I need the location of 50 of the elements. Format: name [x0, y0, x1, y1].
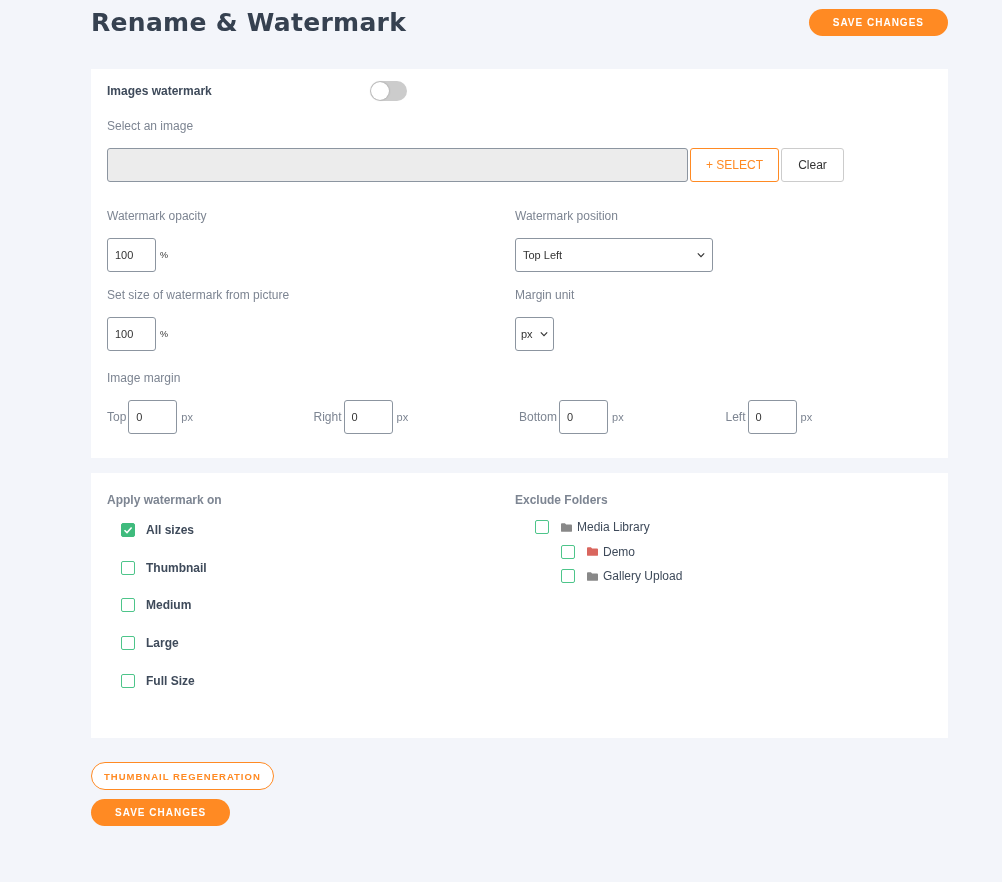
option-label: Full Size [146, 673, 195, 688]
option-label: Medium [146, 598, 192, 613]
toggle-label: Images watermark [107, 84, 213, 98]
folder-label: Demo [603, 544, 635, 559]
checkbox[interactable] [561, 544, 575, 559]
unit-label: px [612, 411, 624, 423]
field-label: Image margin [107, 371, 182, 385]
field-label: Right [313, 410, 342, 424]
chevron-down-icon [697, 252, 705, 258]
unit-label: px [396, 411, 409, 423]
dropdown[interactable]: Top Left [515, 238, 713, 272]
field-label: Bottom [519, 410, 557, 424]
section-title: Exclude Folders [515, 493, 609, 507]
checkbox[interactable] [121, 523, 135, 537]
field-label: Left [725, 410, 746, 424]
number-field[interactable]: 100 [107, 317, 156, 351]
option-label: Thumbnail [146, 560, 207, 575]
field-label: Select an image [107, 119, 195, 133]
unit-label: % [160, 250, 168, 260]
checkbox[interactable] [121, 636, 135, 651]
number-field[interactable]: 0 [747, 400, 797, 434]
option-label: Large [146, 636, 179, 651]
dropdown[interactable]: px [515, 317, 554, 351]
checkbox[interactable] [535, 520, 549, 534]
checkbox[interactable] [121, 598, 135, 613]
checkbox[interactable] [121, 560, 135, 575]
field-label: Watermark position [515, 209, 619, 223]
chevron-down-icon [540, 331, 548, 337]
field-label: Top [107, 410, 127, 424]
option-label: All sizes [146, 523, 195, 537]
number-field[interactable]: 0 [128, 400, 178, 434]
clear-button[interactable]: Clear [781, 148, 844, 182]
unit-label: px [181, 411, 193, 423]
unit-label: % [160, 329, 168, 339]
checkbox[interactable] [121, 673, 135, 688]
checkbox[interactable] [561, 569, 575, 583]
folder-label: Media Library [577, 520, 650, 534]
number-field[interactable]: 0 [343, 400, 393, 434]
unit-label: px [800, 411, 813, 423]
folder-label: Gallery Upload [603, 569, 683, 583]
field-label: Watermark opacity [107, 209, 208, 223]
number-field[interactable]: 100 [107, 238, 156, 272]
field-label: Set size of watermark from picture [107, 288, 291, 302]
toggle-switch[interactable] [370, 81, 407, 101]
check-icon [122, 524, 134, 536]
section-title: Apply watermark on [107, 493, 223, 507]
number-field[interactable]: 0 [559, 400, 608, 434]
field-label: Margin unit [515, 288, 576, 302]
page-title: Rename & Watermark [91, 8, 407, 37]
image-path-field[interactable] [107, 148, 688, 182]
